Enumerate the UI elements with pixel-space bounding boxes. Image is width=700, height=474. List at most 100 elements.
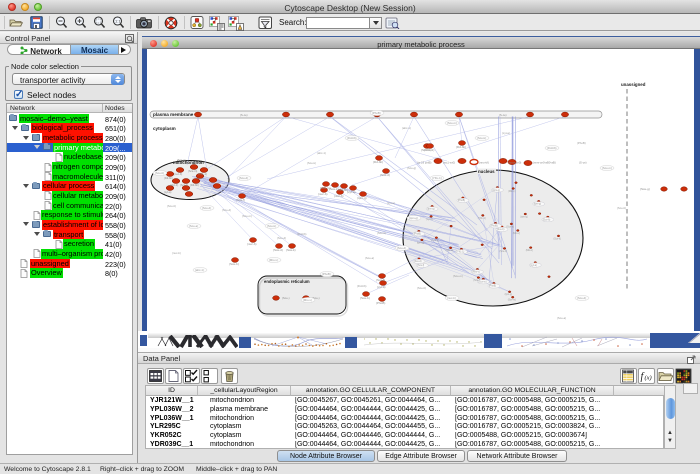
svg-text:(tpm-g): (tpm-g) <box>505 293 513 296</box>
svg-text:1:1: 1:1 <box>115 19 121 24</box>
svg-text:(Sce-k): (Sce-k) <box>267 224 276 228</box>
svg-text:(x): (x) <box>645 375 652 382</box>
svg-text:(Sce-a): (Sce-a) <box>557 316 566 320</box>
svg-text:(Dd-bb): (Dd-bb) <box>357 284 367 288</box>
svg-text:(Sce-m): (Sce-m) <box>453 274 463 278</box>
svg-text:(Sce-f): (Sce-f) <box>417 265 424 267</box>
svg-text:(YKL-1): (YKL-1) <box>198 172 207 176</box>
svg-text:(Sce-k): (Sce-k) <box>307 161 316 165</box>
svg-text:(PhoB): (PhoB) <box>577 141 586 145</box>
svg-text:(Sce-d): (Sce-d) <box>239 176 248 180</box>
svg-text:(Sce-m): (Sce-m) <box>188 169 197 173</box>
svg-text:(Sce-a): (Sce-a) <box>446 250 454 252</box>
svg-text:(Mto-v): (Mto-v) <box>303 298 312 302</box>
svg-text:(PhoB): (PhoB) <box>322 272 331 276</box>
svg-text:(cyt-a): (cyt-a) <box>530 264 537 267</box>
svg-text:(Sce-b): (Sce-b) <box>229 262 239 266</box>
svg-text:(nuc-b): (nuc-b) <box>172 251 181 255</box>
svg-text:(nno-ttf): (nno-ttf) <box>479 161 489 165</box>
svg-text:(nuc-b): (nuc-b) <box>334 194 344 198</box>
svg-text:(PhoB): (PhoB) <box>414 234 421 236</box>
svg-text:(tpm-g): (tpm-g) <box>417 241 425 244</box>
svg-text:(Sce-k): (Sce-k) <box>554 238 562 240</box>
svg-text:plasma membrane: plasma membrane <box>153 112 194 117</box>
svg-text:(Mto-v): (Mto-v) <box>508 190 516 193</box>
svg-text:(YKL-1): (YKL-1) <box>424 148 434 152</box>
svg-text:(nuc-b): (nuc-b) <box>318 192 328 196</box>
svg-text:(Sce-m): (Sce-m) <box>508 300 516 302</box>
svg-text:(Mto-v): (Mto-v) <box>526 249 534 252</box>
svg-text:(tpm-g): (tpm-g) <box>427 208 435 211</box>
svg-text:(Sce-d): (Sce-d) <box>577 296 586 300</box>
svg-text:(Sce-k): (Sce-k) <box>286 248 296 252</box>
svg-text:(Sce-k): (Sce-k) <box>477 136 486 140</box>
svg-text:(PhoB): (PhoB) <box>376 301 385 305</box>
svg-text:(tpm-g): (tpm-g) <box>357 196 367 200</box>
svg-text:(PhoB): (PhoB) <box>458 200 465 202</box>
svg-text:(cyt-a): (cyt-a) <box>387 201 395 205</box>
svg-text:cytoplasm: cytoplasm <box>153 126 176 131</box>
svg-text:(nuc-b): (nuc-b) <box>247 242 257 246</box>
svg-text:(Sce-d): (Sce-d) <box>414 261 422 263</box>
svg-text:(abc-1): (abc-1) <box>170 183 178 187</box>
svg-text:(Sce-b): (Sce-b) <box>417 286 426 290</box>
svg-text:(Dd-bb): (Dd-bb) <box>456 145 466 149</box>
svg-text:(Sce-f): (Sce-f) <box>180 183 188 187</box>
svg-text:(S-ce): (S-ce) <box>499 113 507 117</box>
svg-text:(YKL-1): (YKL-1) <box>456 252 464 254</box>
svg-text:(Sce-d): (Sce-d) <box>222 208 231 212</box>
svg-text:(S-ce): (S-ce) <box>240 113 248 117</box>
svg-text:(Dd-bb): (Dd-bb) <box>373 160 383 164</box>
svg-text:(Sce-g): (Sce-g) <box>431 240 439 242</box>
svg-text:(Dd-bb): (Dd-bb) <box>547 146 557 150</box>
svg-text:(abc-1): (abc-1) <box>402 126 411 130</box>
svg-text:endoplasmic reticulum: endoplasmic reticulum <box>264 279 310 284</box>
svg-text:(Sce-f): (Sce-f) <box>376 278 385 282</box>
svg-text:(Sce-): (Sce-) <box>282 296 290 300</box>
svg-text:(Sce-m): (Sce-m) <box>447 121 457 125</box>
svg-text:(Sce-a): (Sce-a) <box>506 226 514 228</box>
svg-text:(Sce-d): (Sce-d) <box>380 173 390 177</box>
svg-text:(Dd-bb): (Dd-bb) <box>297 232 307 236</box>
svg-text:(Sce-b): (Sce-b) <box>360 296 370 300</box>
svg-text:(Sce-b): (Sce-b) <box>155 171 164 175</box>
svg-text:(tpm-g): (tpm-g) <box>520 215 528 218</box>
svg-text:(Sce-m): (Sce-m) <box>242 214 252 218</box>
svg-text:(tpm-g): (tpm-g) <box>409 216 418 220</box>
svg-text:(Dd-bb): (Dd-bb) <box>190 183 199 187</box>
svg-text:(cyt-a): (cyt-a) <box>377 285 386 289</box>
svg-text:(Sce-b): (Sce-b) <box>497 229 505 231</box>
svg-text:(PhoB): (PhoB) <box>489 286 496 288</box>
svg-text:(cyt-a): (cyt-a) <box>426 218 433 221</box>
svg-text:(Sce-d): (Sce-d) <box>277 236 286 240</box>
svg-text:(YKL-1): (YKL-1) <box>478 218 486 220</box>
svg-text:(tpm-g): (tpm-g) <box>534 203 542 206</box>
svg-text:(Mto-v): (Mto-v) <box>269 258 278 262</box>
svg-text:(cyt-a): (cyt-a) <box>347 190 356 194</box>
svg-text:(ts-23 pxtB): (ts-23 pxtB) <box>417 161 432 165</box>
svg-text:(nuc-b): (nuc-b) <box>174 172 182 176</box>
svg-text:(Mto-v): (Mto-v) <box>513 232 521 235</box>
svg-text:(Dd-bb): (Dd-bb) <box>347 136 357 140</box>
svg-text:(PhoB): (PhoB) <box>491 226 498 228</box>
svg-text:(Sce-g): (Sce-g) <box>407 166 416 170</box>
svg-text:(Sce-m): (Sce-m) <box>478 282 486 284</box>
svg-text:(mrvs-ce0): (mrvs-ce0) <box>508 161 521 165</box>
svg-text:(S-ce): (S-ce) <box>579 161 587 165</box>
svg-text:(Sce-b): (Sce-b) <box>167 204 176 208</box>
svg-text:(Sce-f): (Sce-f) <box>236 198 245 202</box>
svg-text:(Sce-m): (Sce-m) <box>602 166 612 170</box>
svg-text:(cyt-a): (cyt-a) <box>502 131 510 135</box>
svg-text:(Sce-a): (Sce-a) <box>189 224 198 228</box>
svg-text:(Sce-a): (Sce-a) <box>365 256 374 260</box>
svg-text:(Sce-g): (Sce-g) <box>640 187 650 191</box>
svg-text:(Sce-b): (Sce-b) <box>543 219 551 221</box>
svg-text:(Sce-b): (Sce-b) <box>617 206 626 210</box>
svg-text:(Sce-d): (Sce-d) <box>397 246 406 250</box>
svg-text:(abc-1): (abc-1) <box>195 268 204 272</box>
svg-text:(tpm-g): (tpm-g) <box>492 189 500 192</box>
svg-text:(YKL-1): (YKL-1) <box>432 176 442 180</box>
svg-text:unassigned: unassigned <box>621 82 646 87</box>
svg-text:(Sce-b): (Sce-b) <box>377 231 386 235</box>
svg-text:nucleus: nucleus <box>478 169 495 174</box>
